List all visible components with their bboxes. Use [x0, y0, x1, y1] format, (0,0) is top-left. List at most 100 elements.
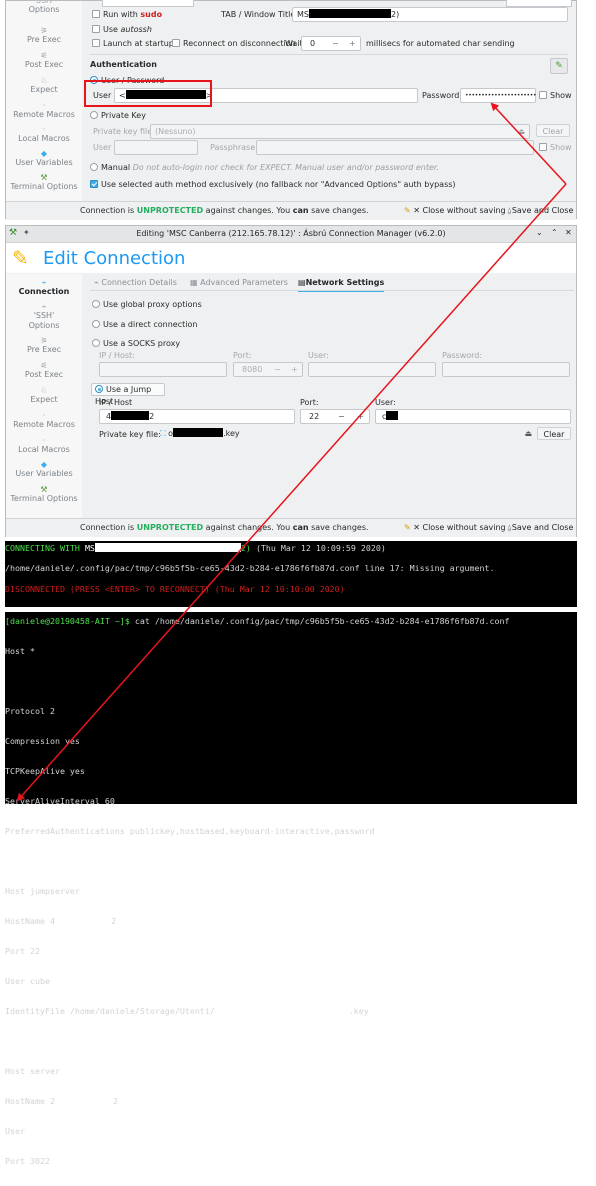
sidebar-item-expect[interactable]: ♘ Expect	[6, 386, 82, 405]
sidebar-item-label: Expect	[30, 395, 58, 404]
tab-advanced-parameters[interactable]: ▦ Advanced Parameters	[190, 276, 288, 290]
tab-title-field[interactable]: MS 2)	[292, 7, 568, 22]
jump-port-stepper[interactable]: 22 − +	[300, 409, 370, 424]
launch-at-startup-checkbox[interactable]	[92, 39, 100, 47]
socks-user-field[interactable]	[308, 362, 436, 377]
hostname-suffix: 2	[110, 916, 116, 926]
expect-icon: ♘	[40, 76, 48, 85]
plus-icon[interactable]: +	[349, 37, 356, 50]
expect-edit-icon[interactable]: ✎	[550, 58, 568, 74]
socks-password-field[interactable]	[442, 362, 570, 377]
status-badge: UNPROTECTED	[136, 206, 204, 215]
password-field[interactable]: ••••••••••••••••••••••	[460, 88, 537, 103]
sidebar-item-terminal-options[interactable]: ⚒ Terminal Options	[6, 173, 82, 192]
local-macros-icon: ·	[42, 125, 46, 134]
jump-pk-file-chooser[interactable]: ⛶ o .key ⏏	[160, 427, 532, 441]
save-and-close-button[interactable]: ⍙Save and Close	[507, 521, 573, 535]
private-key-file-field[interactable]: (Nessuno) ⏏	[150, 124, 530, 139]
status-mid: against changes. You	[203, 206, 293, 215]
sidebar-item-label: User Variables	[15, 158, 73, 167]
partial-field-top-right	[506, 0, 572, 7]
socks-port-stepper[interactable]: 8080 − +	[233, 362, 303, 377]
save-and-close-button[interactable]: ⍙Save and Close	[507, 204, 573, 218]
run-with-sudo-checkbox[interactable]	[92, 10, 100, 18]
sidebar-item-options[interactable]: ⌁ 'SSH' Options	[6, 302, 82, 331]
socks-ip-field[interactable]	[99, 362, 227, 377]
sidebar-item-connection[interactable]: ⌁ Connection	[6, 278, 82, 297]
passphrase-field[interactable]	[256, 140, 534, 155]
close-without-saving-label: Close without saving	[422, 206, 506, 215]
clear-private-key-button[interactable]: Clear	[536, 124, 570, 137]
close-without-saving-button[interactable]: ✎ ✕ Close without saving	[404, 204, 506, 218]
eject-icon[interactable]: ⏏	[517, 125, 525, 138]
jump-user-field[interactable]: c	[375, 409, 571, 424]
manual-option[interactable]: Manual Do not auto-login nor check for E…	[90, 163, 439, 173]
wait-stepper[interactable]: 0 − +	[301, 36, 361, 51]
edit-status-bar: Connection is UNPROTECTED against change…	[6, 518, 576, 537]
sidebar-item-local-macros[interactable]: · Local Macros	[6, 125, 82, 144]
reconnect-checkbox[interactable]	[172, 39, 180, 47]
sidebar-item-user-variables[interactable]: ◆ User Variables	[6, 149, 82, 168]
clear-jump-key-button[interactable]: Clear	[537, 427, 571, 440]
pk-show-option[interactable]: Show	[539, 143, 572, 153]
pk-show-checkbox[interactable]	[539, 143, 547, 151]
manual-radio[interactable]	[90, 163, 98, 171]
proxy-socks-option[interactable]: Use a SOCKS proxy	[92, 339, 180, 349]
minus-icon[interactable]: −	[332, 37, 339, 50]
plus-icon[interactable]: +	[291, 363, 298, 376]
redacted-block	[308, 9, 391, 18]
reconnect-option[interactable]: Reconnect on disconnection	[172, 39, 296, 49]
exclusive-auth-checkbox[interactable]	[90, 180, 98, 188]
tab-label: Connection Details	[101, 278, 177, 287]
show-password-option[interactable]: Show	[539, 91, 572, 101]
proxy-socks-radio[interactable]	[92, 339, 100, 347]
proxy-global-option[interactable]: Use global proxy options	[92, 300, 202, 310]
proxy-direct-option[interactable]: Use a direct connection	[92, 320, 197, 330]
sidebar-item-local-macros[interactable]: · Local Macros	[6, 436, 82, 455]
proxy-global-radio[interactable]	[92, 300, 100, 308]
jump-host-option[interactable]: Use a Jump Host	[91, 383, 165, 406]
run-with-sudo-option[interactable]: Run with sudo	[92, 10, 162, 20]
jump-ip-field[interactable]: 42	[99, 409, 295, 424]
top-status-bar: Connection is UNPROTECTED against change…	[6, 201, 576, 220]
launch-at-startup-option[interactable]: Launch at startup	[92, 39, 174, 49]
user-variables-icon: ◆	[40, 460, 48, 469]
jump-ip-suffix: 2	[149, 412, 155, 421]
show-password-checkbox[interactable]	[539, 91, 547, 99]
use-autossh-option[interactable]: Use autossh	[92, 25, 152, 35]
close-without-saving-button[interactable]: ✎ ✕ Close without saving	[404, 521, 506, 535]
pk-user-field[interactable]	[114, 140, 198, 155]
exclusive-auth-label: Use selected auth method exclusively (no…	[101, 180, 456, 189]
sidebar-item-pre-exec[interactable]: ⚞ Pre Exec	[6, 26, 82, 45]
divider	[90, 54, 568, 55]
plus-icon[interactable]: +	[357, 410, 364, 423]
tab-connection-details[interactable]: ⌁ Connection Details	[94, 276, 177, 290]
eject-icon[interactable]: ⏏	[524, 427, 532, 441]
private-key-radio[interactable]	[90, 111, 98, 119]
sidebar-item-post-exec[interactable]: ⚟ Post Exec	[6, 51, 82, 70]
maximize-icon[interactable]: ⌃	[551, 228, 558, 237]
hostname-line: HostName 4 2	[5, 916, 375, 926]
exclusive-auth-option[interactable]: Use selected auth method exclusively (no…	[90, 180, 456, 190]
jump-host-radio[interactable]	[95, 385, 103, 393]
proxy-direct-radio[interactable]	[92, 320, 100, 328]
show-label: Show	[550, 91, 572, 100]
sidebar-item-options[interactable]: 'SSH' Options	[6, 1, 82, 14]
sidebar-item-remote-macros[interactable]: · Remote Macros	[6, 411, 82, 430]
sidebar-item-post-exec[interactable]: ⚟ Post Exec	[6, 361, 82, 380]
sidebar-item-label: Local Macros	[18, 134, 70, 143]
minus-icon[interactable]: −	[338, 410, 345, 423]
sidebar-item-terminal-options[interactable]: ⚒ Terminal Options	[6, 485, 82, 504]
sidebar-item-user-variables[interactable]: ◆ User Variables	[6, 460, 82, 479]
title-bar: ⚒ ✦ Editing 'MSC Canberra (212.165.78.12…	[6, 226, 576, 243]
close-window-icon[interactable]: ✕	[565, 228, 572, 237]
passphrase-label: Passphrase	[210, 143, 256, 152]
post-exec-icon: ⚟	[40, 51, 48, 60]
minimize-icon[interactable]: ⌄	[536, 228, 543, 237]
sidebar-item-expect[interactable]: ♘ Expect	[6, 76, 82, 95]
use-autossh-checkbox[interactable]	[92, 25, 100, 33]
sidebar-item-remote-macros[interactable]: · Remote Macros	[6, 101, 82, 120]
sidebar-item-pre-exec[interactable]: ⚞ Pre Exec	[6, 336, 82, 355]
minus-icon[interactable]: −	[274, 363, 281, 376]
private-key-option[interactable]: Private Key	[90, 111, 146, 121]
